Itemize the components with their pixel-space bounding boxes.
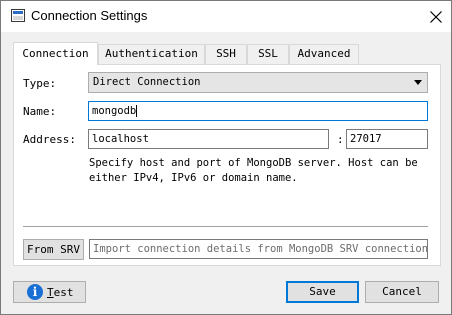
- tab-ssh[interactable]: SSH: [205, 44, 247, 64]
- save-button[interactable]: Save: [286, 281, 359, 303]
- port-input-value: 27017: [350, 133, 382, 145]
- type-select[interactable]: Direct Connection: [88, 72, 428, 93]
- title-bar: Connection Settings: [1, 1, 451, 32]
- info-icon: i: [27, 284, 43, 300]
- type-select-value: Direct Connection: [93, 76, 201, 88]
- chevron-down-icon: [414, 80, 422, 85]
- close-icon[interactable]: [420, 2, 452, 31]
- srv-input-placeholder: Import connection details from MongoDB S…: [93, 243, 428, 255]
- host-input-value: localhost: [92, 133, 149, 145]
- type-label: Type:: [23, 77, 57, 90]
- port-separator: :: [337, 133, 344, 146]
- connection-settings-dialog: Connection Settings Connection Authentic…: [0, 0, 452, 315]
- text-cursor: [136, 105, 138, 117]
- name-input-value: mongodb: [92, 105, 137, 117]
- tab-advanced[interactable]: Advanced: [289, 44, 359, 64]
- divider: [23, 226, 428, 228]
- name-label: Name:: [23, 105, 57, 118]
- window-title: Connection Settings: [31, 8, 148, 23]
- srv-connection-input[interactable]: Import connection details from MongoDB S…: [89, 239, 428, 259]
- cancel-button[interactable]: Cancel: [365, 281, 439, 303]
- close-icon-glyph: [430, 10, 442, 23]
- address-label: Address:: [23, 133, 76, 146]
- name-input[interactable]: mongodb: [88, 101, 428, 121]
- window-icon: [11, 9, 25, 22]
- test-button[interactable]: i Test: [13, 281, 86, 303]
- tab-authentication[interactable]: Authentication: [98, 44, 205, 64]
- test-button-label: Test: [47, 286, 74, 299]
- tab-connection[interactable]: Connection: [13, 42, 98, 65]
- port-input[interactable]: 27017: [346, 129, 428, 149]
- tab-ssl[interactable]: SSL: [247, 44, 289, 64]
- from-srv-button[interactable]: From SRV: [23, 239, 84, 260]
- address-help-text: Specify host and port of MongoDB server.…: [89, 157, 418, 184]
- host-input[interactable]: localhost: [88, 129, 329, 149]
